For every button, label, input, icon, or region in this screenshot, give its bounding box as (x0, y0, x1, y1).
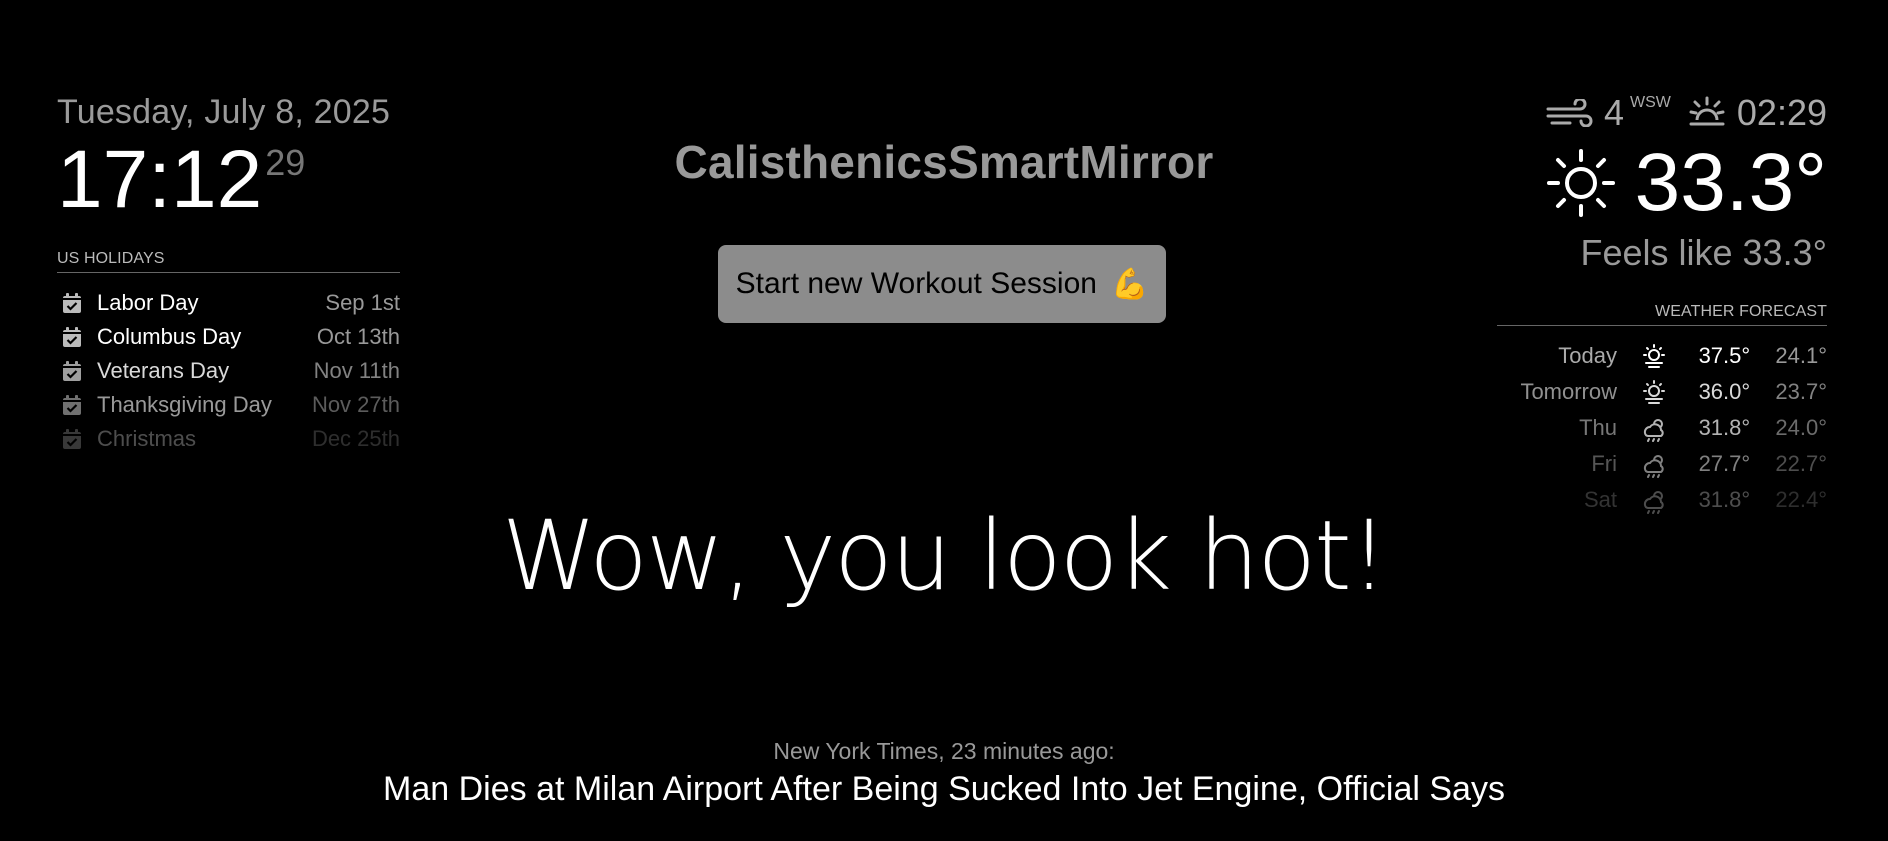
hazy-sun-icon (1643, 343, 1666, 368)
holiday-date: Dec 25th (311, 426, 400, 451)
holiday-name: Veterans Day (97, 358, 230, 383)
holiday-name: Christmas (97, 426, 197, 451)
forecast-min: 23.7° (1775, 379, 1827, 404)
feels-like: Feels like 33.3° (1580, 232, 1827, 273)
holiday-item: Veterans Day Nov 11th (57, 354, 400, 388)
holiday-name: Thanksgiving Day (97, 392, 272, 417)
holiday-list: Labor Day Sep 1st Columbus Day Oct 13th … (57, 286, 400, 456)
forecast-table: Today 37.5° 24.1° Tomorrow 36.0° 23.7° T… (1497, 338, 1827, 518)
forecast-min: 22.4° (1775, 487, 1827, 512)
forecast-day: Tomorrow (1520, 379, 1618, 404)
wind-direction: WSW (1630, 94, 1671, 111)
wind-icon (1546, 99, 1593, 127)
forecast-max: 31.8° (1698, 415, 1751, 440)
calendar-check-icon (63, 429, 81, 449)
forecast-row: Sat 31.8° 22.4° (1497, 482, 1827, 518)
calendar-check-icon (63, 327, 81, 347)
forecast-max: 31.8° (1698, 487, 1751, 512)
holiday-item: Columbus Day Oct 13th (57, 320, 400, 354)
mirror-screen: Tuesday, July 8, 2025 17:12 29 US Holida… (0, 0, 1888, 841)
forecast-day: Thu (1579, 415, 1618, 440)
holidays-module: US Holidays Labor Day Sep 1st Columbus D… (57, 250, 400, 456)
forecast-day: Fri (1591, 451, 1618, 476)
sunset-time: 02:29 (1736, 92, 1827, 133)
wind-speed: 4 (1604, 92, 1625, 133)
start-workout-button[interactable]: Start new Workout Session 💪 (718, 245, 1166, 323)
calendar-check-icon (63, 395, 81, 415)
weather-details-row: 4 WSW 02:29 (1545, 90, 1827, 136)
calendar-check-icon (63, 293, 81, 313)
forecast-day: Sat (1583, 487, 1618, 512)
forecast-min: 24.0° (1775, 415, 1827, 440)
clock-date: Tuesday, July 8, 2025 (57, 93, 391, 131)
holiday-item: Thanksgiving Day Nov 27th (57, 388, 400, 422)
holiday-date: Nov 11th (313, 358, 400, 383)
current-temp-row: 33.3° (1545, 138, 1827, 228)
holiday-date: Nov 27th (311, 392, 400, 417)
compliment-message: Wow, you look hot! (501, 500, 1388, 612)
sun-icon (1546, 149, 1615, 217)
forecast-row: Fri 27.7° 22.7° (1497, 446, 1827, 482)
cloudy-rain-icon (1644, 490, 1664, 514)
forecast-min: 22.7° (1775, 451, 1827, 476)
forecast-min: 24.1° (1775, 343, 1827, 368)
sunset-icon (1689, 96, 1725, 126)
flexed-biceps-icon: 💪 (1110, 267, 1149, 301)
holidays-header: US Holidays (57, 250, 400, 273)
calendar-check-icon (63, 361, 81, 381)
holiday-name: Columbus Day (97, 324, 242, 349)
forecast-header: Weather Forecast (1497, 303, 1827, 326)
news-source: New York Times, 23 minutes ago: (773, 738, 1115, 764)
holiday-date: Oct 13th (316, 324, 400, 349)
holiday-item: Labor Day Sep 1st (57, 286, 400, 320)
forecast-day: Today (1558, 343, 1618, 368)
holiday-item: Christmas Dec 25th (57, 422, 400, 456)
holiday-date: Sep 1st (325, 290, 400, 315)
cloudy-rain-icon (1644, 454, 1664, 478)
current-weather-module: 4 WSW 02:29 33.3° Feels like 33.3° (1545, 90, 1827, 274)
forecast-row: Tomorrow 36.0° 23.7° (1497, 374, 1827, 410)
holiday-name: Labor Day (97, 290, 199, 315)
current-temperature: 33.3° (1634, 137, 1827, 228)
news-headline: Man Dies at Milan Airport After Being Su… (383, 770, 1505, 808)
forecast-max: 37.5° (1698, 343, 1751, 368)
forecast-max: 36.0° (1698, 379, 1751, 404)
cloudy-rain-icon (1644, 418, 1664, 442)
forecast-row: Thu 31.8° 24.0° (1497, 410, 1827, 446)
forecast-max: 27.7° (1698, 451, 1751, 476)
weather-forecast-module: Weather Forecast Today 37.5° 24.1° Tomor… (1497, 303, 1827, 518)
hazy-sun-icon (1643, 379, 1666, 404)
forecast-row: Today 37.5° 24.1° (1497, 338, 1827, 374)
start-workout-label: Start new Workout Session (735, 267, 1097, 300)
